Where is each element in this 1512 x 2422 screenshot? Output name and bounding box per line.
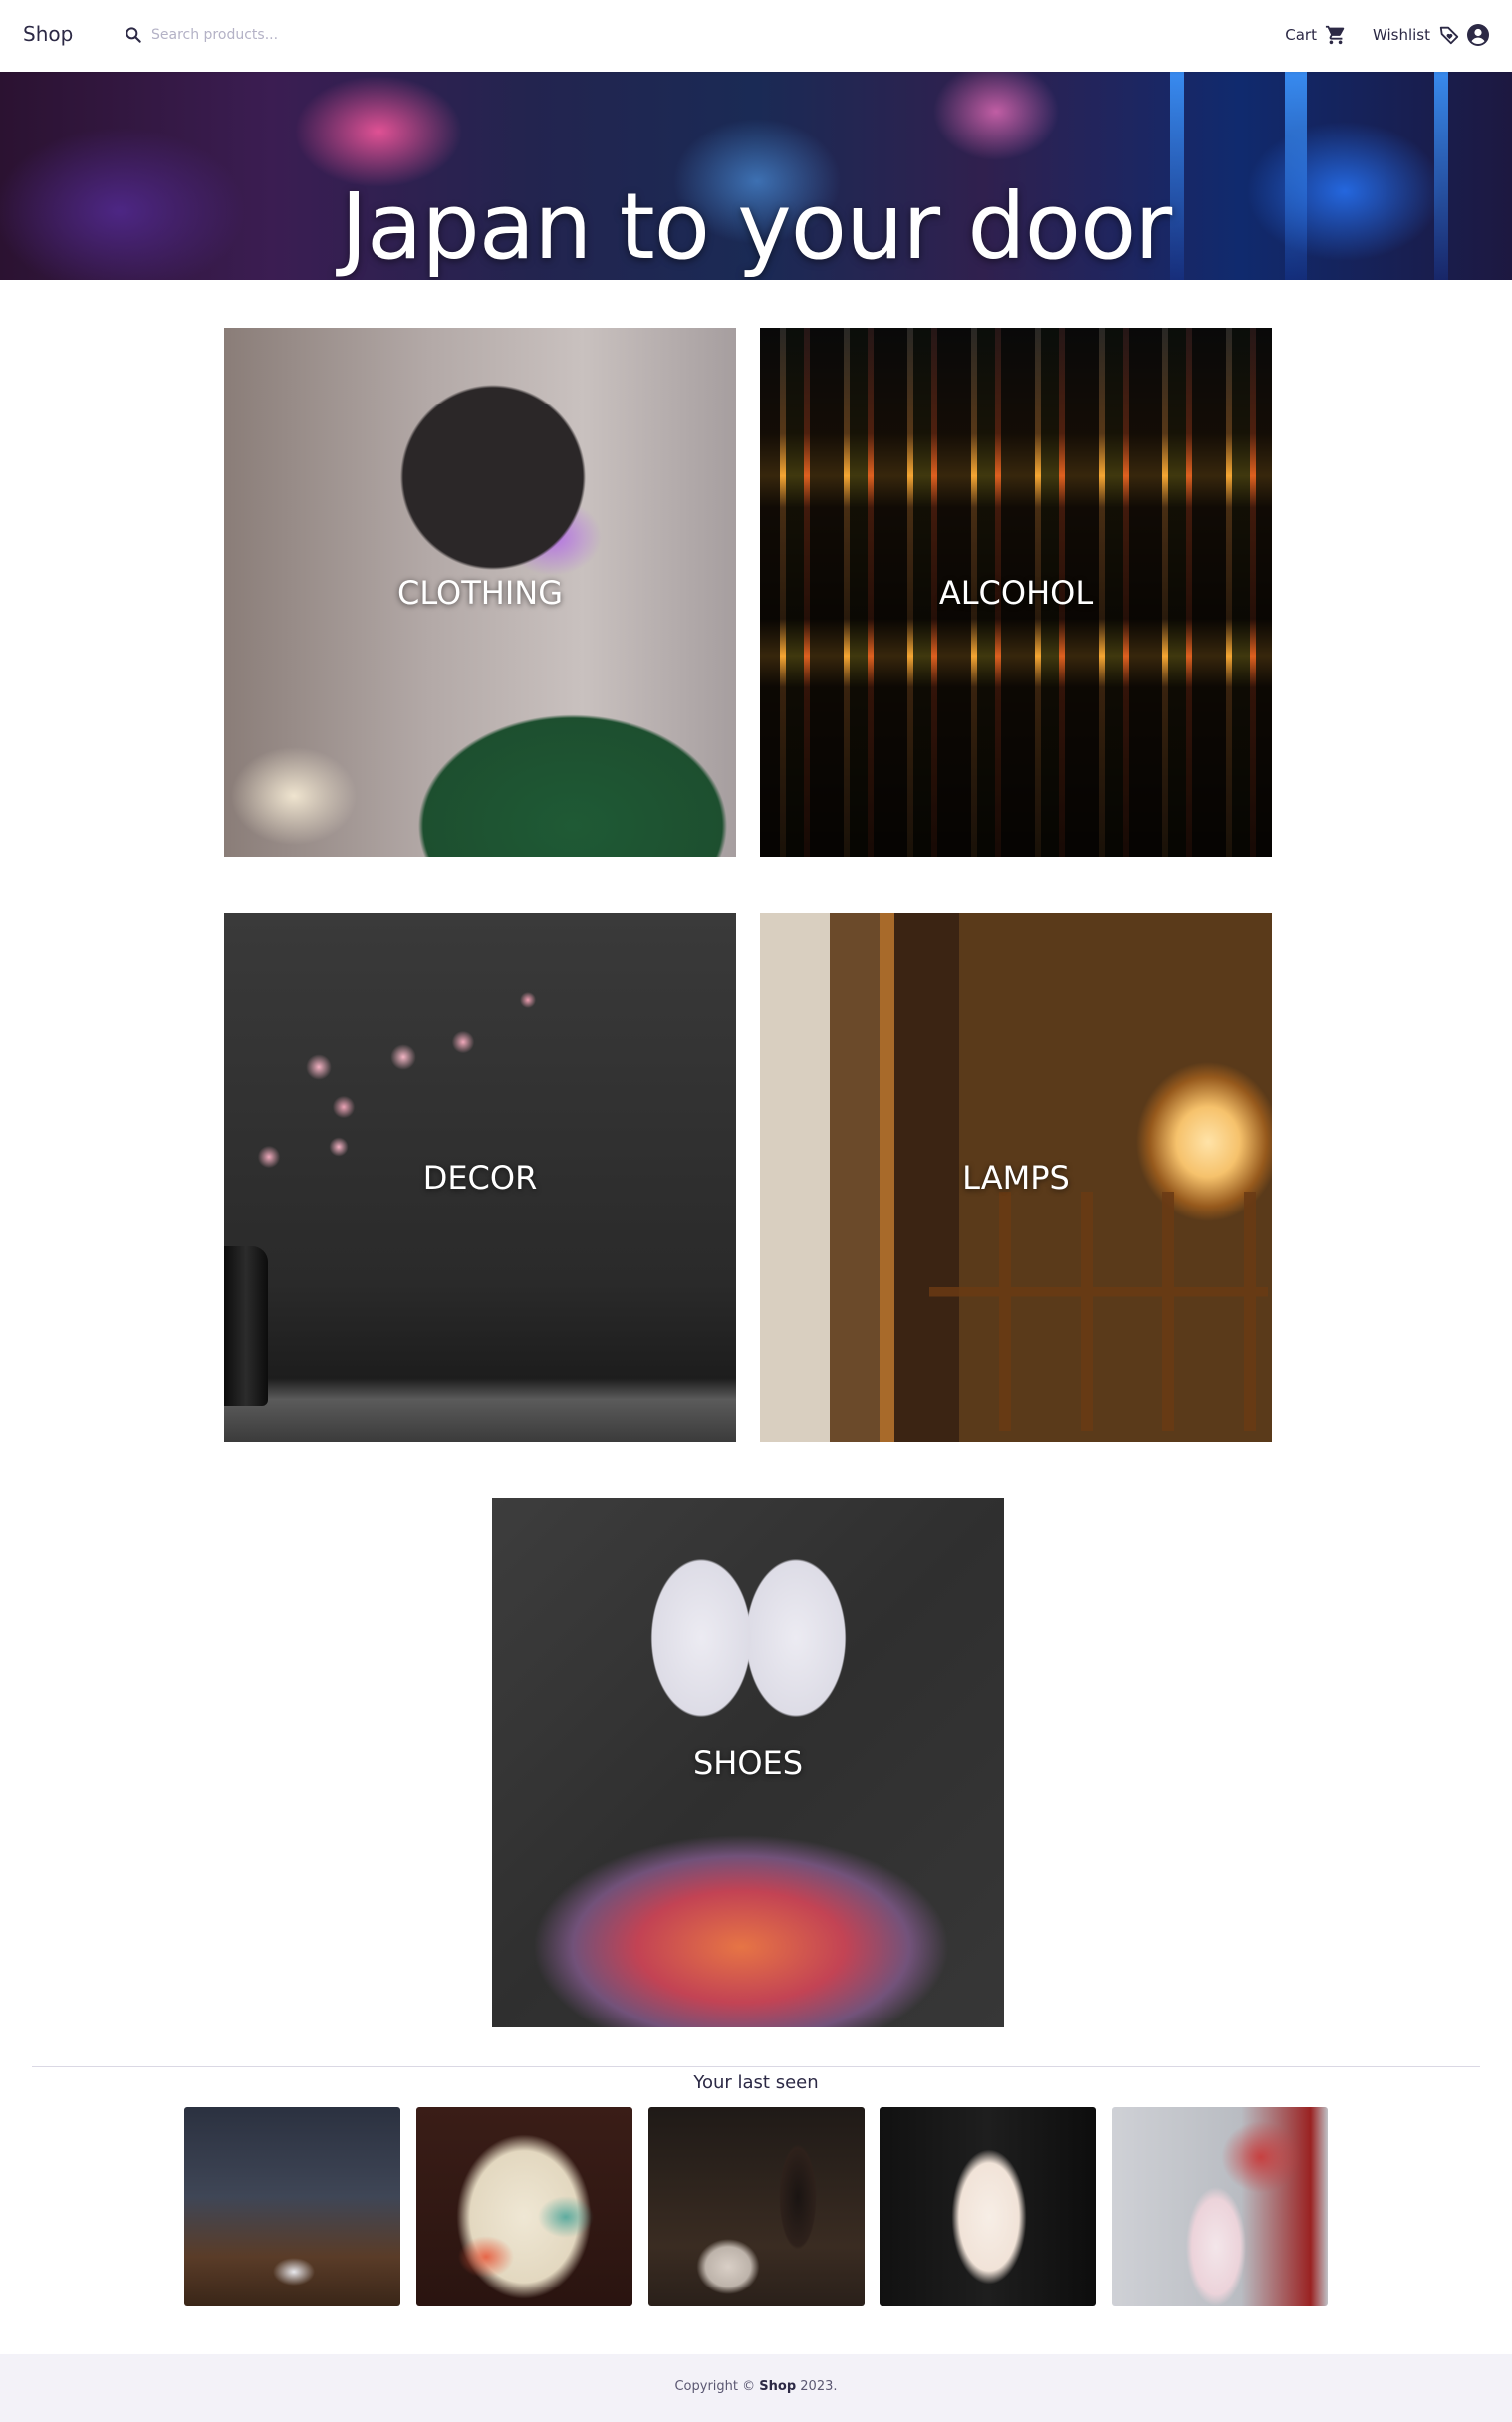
category-label: LAMPS xyxy=(962,1158,1070,1197)
search-box xyxy=(122,20,380,50)
account-circle-icon xyxy=(1467,24,1489,46)
brand-logo-link[interactable]: Shop xyxy=(23,22,73,46)
wishlist-label: Wishlist xyxy=(1372,26,1430,44)
last-seen-item[interactable] xyxy=(416,2107,632,2306)
category-tile-clothing[interactable]: CLOTHING xyxy=(224,328,736,857)
nav-actions: Cart Wishlist xyxy=(1259,20,1490,50)
hero-title: Japan to your door xyxy=(340,173,1172,280)
last-seen-item[interactable] xyxy=(648,2107,865,2306)
copyright-brand[interactable]: Shop xyxy=(759,2379,796,2394)
category-tile-lamps[interactable]: LAMPS xyxy=(760,913,1272,1442)
cart-icon xyxy=(1325,25,1345,45)
window-frame-shape xyxy=(929,1192,1268,1431)
last-seen-item[interactable] xyxy=(184,2107,400,2306)
search-input[interactable] xyxy=(151,22,371,48)
top-nav-bar: Shop Cart Wishlist xyxy=(0,0,1512,72)
account-button[interactable] xyxy=(1466,23,1490,47)
category-tile-alcohol[interactable]: ALCOHOL xyxy=(760,328,1272,857)
vase-shape xyxy=(224,1246,268,1406)
section-divider xyxy=(32,2066,1480,2067)
cart-link[interactable]: Cart xyxy=(1285,24,1347,46)
footer: Copyright © Shop 2023. xyxy=(0,2354,1512,2422)
category-tile-shoes[interactable]: SHOES xyxy=(492,1498,1004,2027)
last-seen-title: Your last seen xyxy=(693,2072,819,2093)
wishlist-link[interactable]: Wishlist xyxy=(1373,24,1460,46)
category-label: DECOR xyxy=(422,1158,538,1197)
copyright-year: 2023. xyxy=(800,2379,838,2394)
copyright-prefix: Copyright © xyxy=(674,2379,756,2394)
copyright-text: Copyright © Shop 2023. xyxy=(0,2379,1512,2394)
category-label: ALCOHOL xyxy=(938,573,1094,612)
category-label: SHOES xyxy=(692,1744,804,1782)
category-tile-decor[interactable]: DECOR xyxy=(224,913,736,1442)
search-icon[interactable] xyxy=(124,25,143,45)
hero-banner: Japan to your door xyxy=(0,72,1512,280)
cart-label: Cart xyxy=(1285,26,1317,44)
category-label: CLOTHING xyxy=(397,573,563,612)
last-seen-item[interactable] xyxy=(1112,2107,1328,2306)
tag-heart-icon xyxy=(1439,26,1459,45)
last-seen-item[interactable] xyxy=(880,2107,1096,2306)
